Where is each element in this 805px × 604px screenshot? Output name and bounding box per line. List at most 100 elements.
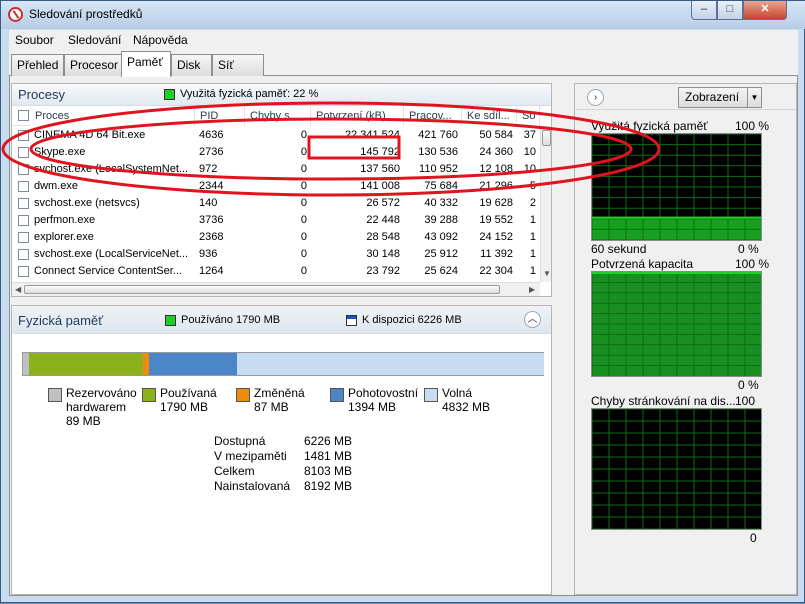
scroll-left-arrow-icon[interactable]: ◀: [15, 285, 21, 294]
expand-arrow-icon[interactable]: ›: [587, 89, 604, 106]
graph-canvas: [591, 408, 762, 530]
physical-memory-header[interactable]: Fyzická paměť Používáno 1790 MB K dispoz…: [12, 306, 551, 334]
cell-shareable: 24 152: [479, 231, 513, 243]
cell-name: svchost.exe (LocalSystemNet...: [34, 163, 189, 175]
vertical-scroll-thumb[interactable]: [542, 130, 551, 146]
process-checkbox[interactable]: [18, 130, 29, 141]
tab-prehled[interactable]: Přehled: [11, 54, 64, 76]
column-header[interactable]: Ke sdíl...: [462, 106, 517, 126]
physical-memory-panel: Fyzická paměť Používáno 1790 MB K dispoz…: [11, 305, 552, 595]
process-checkbox[interactable]: [18, 181, 29, 192]
process-checkbox[interactable]: [18, 249, 29, 260]
graph-canvas: [591, 271, 762, 377]
process-checkbox[interactable]: [18, 215, 29, 226]
cell-working: 130 536: [418, 146, 458, 158]
process-vertical-scrollbar[interactable]: ▼: [540, 126, 551, 282]
process-checkbox[interactable]: [18, 147, 29, 158]
minimize-button[interactable]: –: [691, 1, 717, 20]
bar-segment-used: [29, 353, 143, 375]
graphs-panel: › Zobrazení ▼ Využitá fyzická paměť 100 %…: [574, 83, 797, 595]
tab-sit[interactable]: Síť: [212, 54, 264, 76]
process-row[interactable]: perfmon.exe 3736 0 22 448 39 288 19 552 1: [12, 212, 540, 229]
cell-pid: 2368: [199, 231, 224, 243]
close-button[interactable]: ✕: [743, 1, 787, 20]
menu-soubor[interactable]: Soubor: [15, 33, 54, 47]
process-checkbox[interactable]: [18, 266, 29, 277]
graph-footer-right: 0 %: [738, 378, 759, 392]
column-header[interactable]: Proces: [30, 106, 195, 126]
cell-working: 40 332: [424, 197, 458, 209]
process-row[interactable]: Skype.exe 2736 0 145 792 130 536 24 360 10: [12, 144, 540, 161]
graph-svg: [591, 133, 761, 241]
stat-label: Nainstalovaná: [214, 479, 291, 493]
graph-canvas: [591, 133, 762, 241]
tab-procesor[interactable]: Procesor: [64, 54, 122, 76]
process-horizontal-scrollbar[interactable]: ◀ ▶: [12, 282, 540, 296]
scroll-down-arrow-icon[interactable]: ▼: [543, 269, 551, 278]
cell-pid: 2736: [199, 146, 224, 158]
cell-commit: 23 792: [366, 265, 400, 277]
cell-commit: 145 792: [360, 146, 400, 158]
legend-line: 4832 MB: [442, 400, 491, 414]
cell-faults: 0: [300, 163, 307, 175]
column-header[interactable]: Pracov...: [404, 106, 462, 126]
menu-sledovani[interactable]: Sledování: [68, 33, 121, 47]
graphs-toolbar: › Zobrazení ▼: [575, 84, 796, 110]
process-table-body: CINEMA 4D 64 Bit.exe 4636 0 22 341 524 421 7…: [12, 127, 540, 282]
cell-sold: 1: [529, 248, 536, 260]
bar-segment-free: [237, 353, 544, 375]
cell-shareable: 50 584: [479, 129, 513, 141]
cell-shareable: 12 108: [479, 163, 513, 175]
process-row[interactable]: Connect Service ContentSer... 1264 0 23 792…: [12, 263, 540, 280]
cell-sold: 1: [529, 214, 536, 226]
tab-strip: Přehled Procesor Paměť Disk Síť: [9, 51, 798, 77]
menu-napoveda[interactable]: Nápověda: [133, 33, 188, 47]
process-checkbox[interactable]: [18, 164, 29, 175]
process-row[interactable]: svchost.exe (LocalSystemNet... 972 0 137 56…: [12, 161, 540, 178]
process-row[interactable]: dwm.exe 2344 0 141 008 75 684 21 296 5: [12, 178, 540, 195]
maximize-button[interactable]: □: [717, 1, 743, 20]
dropdown-arrow-icon[interactable]: ▼: [747, 87, 761, 108]
memory-usage-bar: [22, 352, 544, 376]
process-checkbox[interactable]: [18, 232, 29, 243]
legend-entry: Volná 4832 MB: [442, 386, 534, 414]
stat-label: Dostupná: [214, 434, 266, 448]
stat-value: 6226 MB: [304, 434, 353, 448]
select-all-checkbox[interactable]: [18, 110, 29, 121]
tab-disk[interactable]: Disk: [171, 54, 212, 76]
cell-faults: 0: [300, 129, 307, 141]
cell-sold: 10: [523, 146, 536, 158]
graph-footer-right: 0 %: [738, 242, 759, 256]
processes-header[interactable]: Procesy Využitá fyzická paměť: 22 %: [12, 84, 551, 106]
column-header[interactable]: PID: [195, 106, 245, 126]
legend-swatch: [142, 388, 156, 402]
column-header[interactable]: Potvrzení (kB): [311, 106, 404, 126]
view-dropdown[interactable]: Zobrazení ▼: [678, 87, 762, 108]
column-header[interactable]: Chyby s...: [245, 106, 311, 126]
process-row[interactable]: svchost.exe (netsvcs) 140 0 26 572 40 332 19 …: [12, 195, 540, 212]
tab-pamet[interactable]: Paměť: [121, 51, 171, 77]
process-row[interactable]: explorer.exe 2368 0 28 548 43 092 24 152 1: [12, 229, 540, 246]
processes-panel: Procesy Využitá fyzická paměť: 22 % Proc…: [11, 83, 552, 297]
cell-shareable: 24 360: [479, 146, 513, 158]
cell-pid: 3736: [199, 214, 224, 226]
process-row[interactable]: svchost.exe (LocalServiceNet... 936 0 30 14…: [12, 246, 540, 263]
cell-commit: 30 148: [366, 248, 400, 260]
scroll-right-arrow-icon[interactable]: ▶: [529, 285, 535, 294]
process-row[interactable]: CINEMA 4D 64 Bit.exe 4636 0 22 341 524 421 7…: [12, 127, 540, 144]
legend-swatch: [330, 388, 344, 402]
cell-name: perfmon.exe: [34, 214, 96, 226]
graph-title: Využitá fyzická paměť: [591, 119, 708, 133]
cell-commit: 141 008: [360, 180, 400, 192]
cell-pid: 936: [199, 248, 218, 260]
cell-name: CINEMA 4D 64 Bit.exe: [34, 129, 146, 141]
process-checkbox[interactable]: [18, 198, 29, 209]
cell-name: dwm.exe: [34, 180, 79, 192]
cell-name: svchost.exe (LocalServiceNet...: [34, 248, 189, 260]
horizontal-scroll-thumb[interactable]: [24, 285, 500, 294]
legend-line: 87 MB: [254, 400, 289, 414]
cell-shareable: 11 392: [480, 248, 513, 260]
column-header[interactable]: So: [517, 106, 540, 126]
collapse-chevron-icon[interactable]: ︿: [524, 311, 541, 328]
stat-value: 8192 MB: [304, 479, 353, 493]
